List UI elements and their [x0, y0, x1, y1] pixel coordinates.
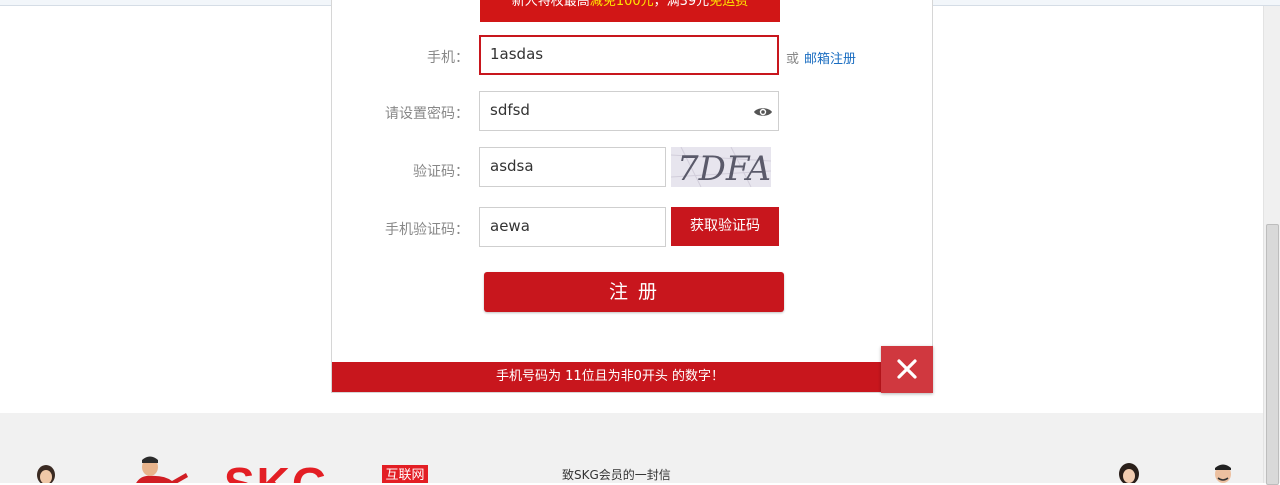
- captcha-image[interactable]: 7DFA: [671, 147, 771, 187]
- sms-code-input[interactable]: aewa: [479, 207, 666, 247]
- promo-highlight-shipping: 免运费: [709, 0, 749, 9]
- get-sms-code-button[interactable]: 获取验证码: [671, 207, 779, 246]
- logo-tag: 互联网: [382, 465, 428, 483]
- phone-label: 手机：: [427, 50, 469, 66]
- password-input[interactable]: sdfsd: [479, 91, 779, 131]
- sms-label: 手机验证码：: [385, 222, 469, 238]
- captcha-image-text: 7DFA: [677, 149, 771, 187]
- eye-icon[interactable]: [753, 106, 773, 118]
- person-image: [37, 465, 55, 483]
- promo-text-middle: ，满39元: [653, 0, 710, 9]
- scrollbar-thumb[interactable]: [1266, 224, 1279, 485]
- person-image: [1119, 463, 1139, 483]
- person-image: [1215, 464, 1231, 483]
- promo-highlight-discount: 减免100元: [589, 0, 654, 9]
- error-message: 手机号码为 11位且为非0开头 的数字！: [495, 369, 725, 384]
- error-message-bar: 手机号码为 11位且为非0开头 的数字！: [332, 362, 888, 392]
- promo-banner: 新人特权最高减免100元，满39元免运费: [480, 0, 780, 22]
- phone-input[interactable]: 1asdas: [479, 35, 779, 75]
- alt-prefix: 或: [786, 52, 800, 67]
- error-close-button[interactable]: [881, 346, 933, 393]
- close-icon: [897, 359, 917, 379]
- captcha-input[interactable]: asdsa: [479, 147, 666, 187]
- register-button[interactable]: 注 册: [484, 272, 784, 312]
- email-register-link[interactable]: 邮箱注册: [804, 48, 856, 67]
- footer: SKG 互联网 致SKG会员的一封信: [0, 413, 1264, 483]
- vertical-scrollbar[interactable]: [1263, 6, 1280, 485]
- password-label: 请设置密码：: [385, 106, 469, 122]
- skg-logo[interactable]: SKG: [224, 461, 330, 483]
- captcha-label: 验证码：: [413, 164, 469, 180]
- register-card: 新人特权最高减免100元，满39元免运费 手机： 1asdas 或 邮箱注册 请…: [331, 0, 933, 393]
- person-image: [136, 456, 188, 483]
- promo-text: 新人特权最高: [511, 0, 590, 9]
- member-letter-link[interactable]: 致SKG会员的一封信: [562, 466, 671, 483]
